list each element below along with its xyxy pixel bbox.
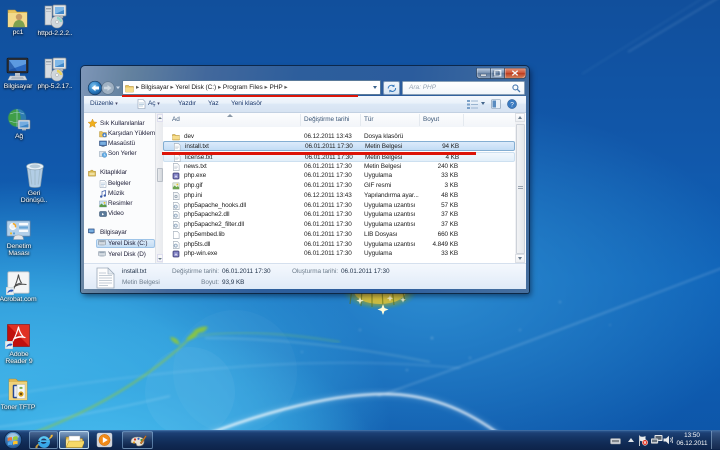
svg-text:?: ? <box>510 101 514 108</box>
